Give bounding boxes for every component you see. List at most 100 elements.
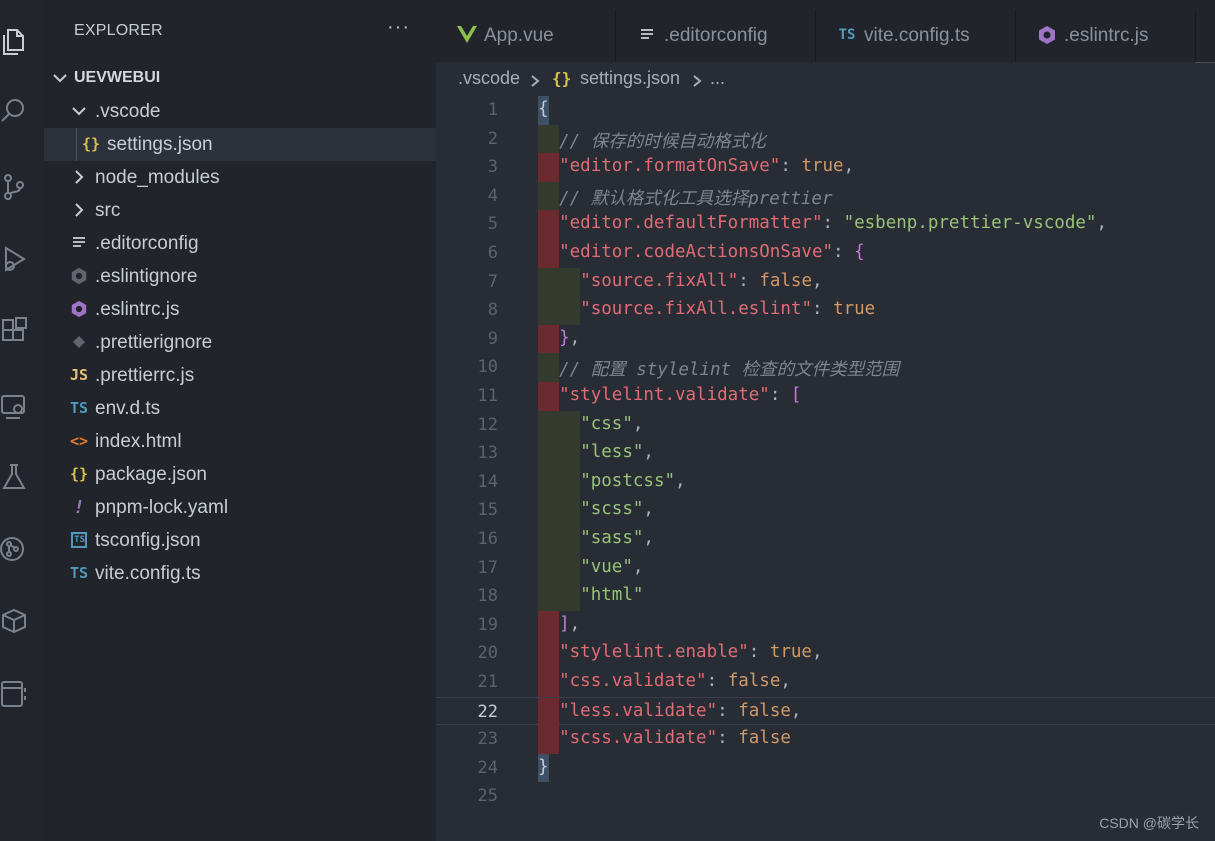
line-number: 6: [487, 243, 498, 263]
tree-item[interactable]: .vscode: [44, 95, 436, 128]
tree-item[interactable]: .eslintignore: [44, 260, 436, 293]
breadcrumb-folder[interactable]: .vscode: [458, 68, 520, 89]
indent-highlight: [538, 124, 560, 154]
code-token: "source.fixAll": [580, 270, 739, 291]
tree-item[interactable]: TS env.d.ts: [44, 392, 436, 425]
code-token: ]: [559, 613, 570, 634]
code-token: :: [706, 671, 728, 691]
code-token: ,: [643, 499, 654, 520]
code-token: true: [769, 642, 812, 663]
code-token: [: [790, 385, 802, 405]
line-number: 14: [477, 471, 498, 492]
search-icon[interactable]: [0, 94, 30, 128]
tree-item[interactable]: {} package.json: [44, 458, 436, 491]
remote-explorer-icon[interactable]: [0, 390, 30, 424]
code-text: "editor.defaultFormatter": "esbenp.prett…: [559, 213, 1107, 233]
line-number: 20: [477, 643, 498, 664]
code-token: "less.validate": [559, 700, 718, 721]
chevron-right-icon: [68, 166, 90, 188]
code-line: 3 "editor.formatOnSave": true,: [436, 153, 1215, 182]
indent-highlight: [538, 610, 560, 640]
tree-item-label: env.d.ts: [95, 397, 161, 419]
code-token: true: [833, 299, 876, 320]
indent-highlight: [538, 153, 560, 182]
tree-item[interactable]: ! pnpm-lock.yaml: [44, 491, 436, 524]
breadcrumb-file[interactable]: settings.json: [580, 68, 680, 89]
code-line: 10 // 配置 stylelint 检查的文件类型范围: [436, 353, 1215, 382]
testing-icon[interactable]: [0, 460, 30, 494]
tree-item[interactable]: {} settings.json: [44, 128, 436, 161]
code-line: 19],: [436, 610, 1215, 640]
run-debug-icon[interactable]: [0, 242, 30, 276]
code-text: "scss",: [580, 499, 654, 519]
indent-highlight: [538, 353, 560, 382]
line-number: 25: [477, 786, 498, 807]
line-number: 16: [477, 529, 498, 549]
code-token: "editor.defaultFormatter": [559, 213, 823, 234]
vue-icon: [456, 24, 478, 46]
panel-icon[interactable]: [0, 676, 30, 710]
indent-highlight: [538, 668, 560, 697]
source-control-icon[interactable]: [0, 170, 30, 204]
code-text: "css.validate": false,: [559, 671, 791, 691]
tree-item[interactable]: TS vite.config.ts: [44, 557, 436, 590]
code-token: ,: [569, 327, 581, 348]
tree-item[interactable]: <> index.html: [44, 425, 436, 458]
eslint-icon: [68, 298, 90, 320]
indent-highlight: [559, 296, 581, 325]
code-token: :: [811, 299, 834, 320]
code-token: ,: [675, 470, 686, 491]
code-token: ,: [569, 613, 581, 634]
breadcrumb-more[interactable]: ...: [710, 68, 725, 89]
tree-item-label: package.json: [95, 463, 207, 485]
tree-item[interactable]: TS tsconfig.json: [44, 524, 436, 557]
code-token: "editor.codeActionsOnSave": [559, 242, 834, 262]
extensions-icon[interactable]: [0, 314, 30, 348]
tree-item[interactable]: src: [44, 194, 436, 227]
more-actions-button[interactable]: ···: [387, 17, 410, 37]
indent-highlight: [538, 496, 560, 525]
tab-eslintrc[interactable]: .eslintrc.js: [1016, 10, 1196, 62]
code-token: ,: [812, 270, 823, 291]
code-token: false: [738, 700, 791, 721]
yaml-icon: !: [73, 496, 85, 518]
tab-vite-config[interactable]: TS vite.config.ts: [816, 10, 1016, 62]
code-text: }: [538, 757, 549, 777]
package-icon[interactable]: [0, 604, 30, 638]
tree-item[interactable]: .prettierignore: [44, 326, 436, 359]
tree-item[interactable]: node_modules: [44, 161, 436, 194]
line-number: 12: [477, 414, 498, 435]
tree-item-label: index.html: [95, 430, 182, 452]
code-line: 12 "css",: [436, 410, 1215, 440]
typescript-icon: TS: [838, 27, 856, 43]
code-token: "scss": [580, 499, 644, 520]
tree-item[interactable]: .editorconfig: [44, 227, 436, 260]
code-token: "html": [580, 585, 644, 606]
root-folder[interactable]: UEVWEBUI: [44, 62, 436, 94]
code-text: },: [559, 328, 580, 348]
code-token: true: [801, 156, 844, 177]
prettier-icon: [68, 331, 90, 353]
line-number: 15: [477, 500, 498, 521]
code-token: "stylelint.enable": [559, 642, 749, 663]
code-token: false: [727, 671, 781, 691]
git-graph-icon[interactable]: [0, 532, 30, 566]
tree-item[interactable]: JS .prettierrc.js: [44, 359, 436, 392]
code-line: 17 "vue",: [436, 553, 1215, 583]
chevron-right-icon: [690, 72, 704, 87]
eslint-icon: [1036, 24, 1058, 46]
indent-highlight: [559, 410, 581, 440]
code-token: :: [780, 156, 802, 177]
code-token: // 保存的时候自动格式化: [559, 131, 766, 152]
indent-highlight: [559, 267, 581, 297]
code-token: ,: [811, 642, 823, 663]
chevron-down-icon: [68, 100, 90, 122]
tree-item[interactable]: .eslintrc.js: [44, 293, 436, 326]
tab-editorconfig[interactable]: .editorconfig: [616, 10, 816, 62]
explorer-icon[interactable]: [0, 24, 30, 58]
tab-app-vue[interactable]: App.vue: [436, 10, 616, 62]
code-editor[interactable]: 1{2// 保存的时候自动格式化 3 "editor.formatOnSave": …: [436, 96, 1215, 816]
indent-highlight: [559, 439, 581, 468]
tree-item-label: .vscode: [95, 100, 161, 122]
code-token: :: [822, 213, 844, 234]
